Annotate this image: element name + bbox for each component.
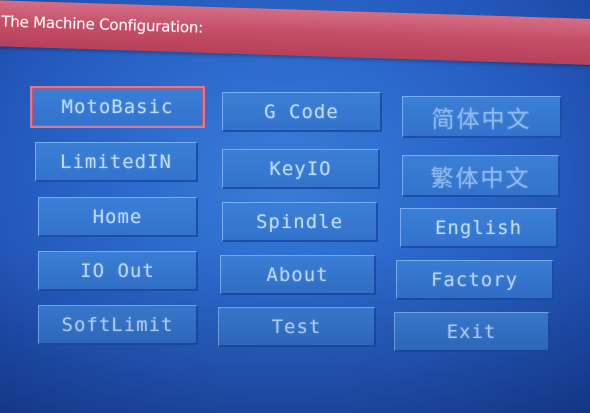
io-out-button[interactable]: IO Out <box>38 251 198 291</box>
english-button[interactable]: English <box>400 208 558 248</box>
gcode-button[interactable]: G Code <box>222 92 382 132</box>
about-button[interactable]: About <box>220 255 376 295</box>
motobasic-button[interactable]: MotoBasic <box>30 86 205 128</box>
factory-button[interactable]: Factory <box>396 260 554 300</box>
home-button[interactable]: Home <box>38 197 198 237</box>
limitedin-button[interactable]: LimitedIN <box>35 142 198 182</box>
exit-button[interactable]: Exit <box>394 312 550 352</box>
test-button[interactable]: Test <box>218 307 376 347</box>
softlimit-button[interactable]: SoftLimit <box>38 305 198 345</box>
traditional-chinese-button[interactable]: 繁体中文 <box>402 155 560 197</box>
configuration-screen: The Machine Configuration: MotoBasic Lim… <box>0 0 590 413</box>
spindle-button[interactable]: Spindle <box>222 202 378 242</box>
keyio-button[interactable]: KeyIO <box>222 149 380 189</box>
simplified-chinese-button[interactable]: 简体中文 <box>402 96 562 138</box>
menu-button-grid: MotoBasic LimitedIN Home IO Out SoftLimi… <box>0 0 590 413</box>
